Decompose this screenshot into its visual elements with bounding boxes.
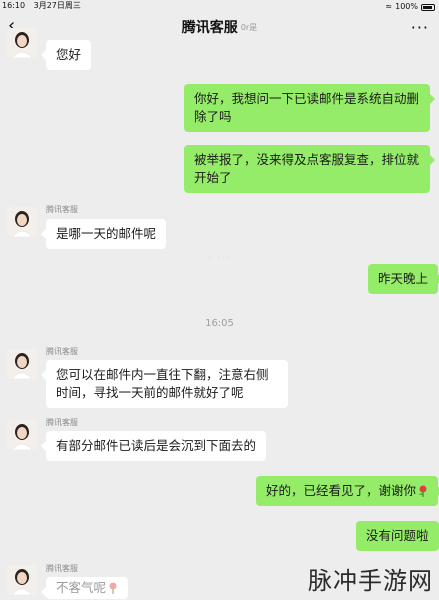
sender-name: 腾讯客服 [46,347,78,356]
message-bubble: 昨天晚上 [368,264,439,294]
message-bubble: 是哪一天的邮件呢 [40,219,167,249]
rose-emoji-icon [108,581,118,594]
timestamp: 16:05 [205,318,234,329]
watermark: 脉冲手游网 [308,567,433,595]
avatar[interactable] [7,207,37,237]
chat-title: 腾讯客服 [181,20,238,36]
message-text: 好的，已经看见了，谢谢你 [266,483,417,498]
message-bubble: 不客气呢 [40,577,129,599]
sender-name: 腾讯客服 [46,564,78,573]
avatar[interactable] [7,565,37,595]
status-time: 16:10 [2,1,26,10]
sender-name: 腾讯客服 [46,418,78,427]
message-bubble: 好的，已经看见了，谢谢你 [256,476,439,506]
sender-name: 腾讯客服 [46,205,78,214]
avatar[interactable] [7,28,37,58]
divider-dots: · · · [208,254,231,263]
chat-header: ‹ 腾讯客服 0r是 ··· [0,12,439,42]
chat-title-badge: 0r是 [240,22,258,32]
message-bubble: 你好，我想问一下已读邮件是系统自动删除了吗 [184,84,435,132]
avatar[interactable] [7,420,37,450]
avatar[interactable] [7,349,37,379]
message-bubble: 没有问题啦 [356,521,439,551]
message-bubble: 您好 [40,40,92,70]
more-icon[interactable]: ··· [411,18,429,37]
status-date: 3月27日周三 [33,1,81,10]
status-bar: 16:10 3月27日周三 ≈ 100% [0,0,439,12]
message-text: 不客气呢 [56,580,107,595]
message-bubble: 被举报了，没来得及点客服复查，排位就开始了 [184,145,435,193]
message-bubble: 您可以在邮件内一直往下翻，注意右侧时间，寻找一天前的邮件就好了呢 [41,360,288,408]
message-bubble: 有部分邮件已读后是会沉到下面去的 [40,431,267,461]
battery-icon [421,3,435,11]
rose-emoji-icon [418,484,428,497]
